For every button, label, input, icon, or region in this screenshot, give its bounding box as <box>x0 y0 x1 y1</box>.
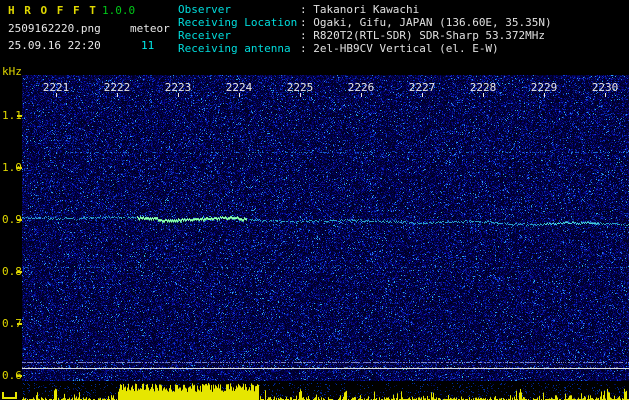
output-filename: 2509162220.png <box>8 22 101 35</box>
freq-tick-label: 0.7 <box>2 317 22 330</box>
station-info-value: 2el-HB9CV Vertical (el. E-W) <box>313 42 499 55</box>
station-info-colon: : <box>300 29 314 42</box>
spectrogram-canvas <box>22 75 629 381</box>
freq-axis-unit: kHz <box>2 65 22 78</box>
freq-tick-label: 0.8 <box>2 265 22 278</box>
freq-tick-label: 0.9 <box>2 213 22 226</box>
station-info-value: R820T2(RTL-SDR) SDR-Sharp 53.372MHz <box>313 29 546 42</box>
echo-count: 11 <box>141 39 155 52</box>
hrofft-screen: H R O F F T 1.0.0 2509162220.png meteor … <box>0 0 629 400</box>
station-info-colon: : <box>300 3 314 16</box>
station-info-label: Observer <box>178 3 231 16</box>
app-version: 1.0.0 <box>102 4 136 17</box>
station-info-label: Receiving Location <box>178 16 298 29</box>
station-info-row: Receiving antenna: 2el-HB9CV Vertical (e… <box>178 42 552 55</box>
station-info-row: Receiver: R820T2(RTL-SDR) SDR-Sharp 53.3… <box>178 29 552 42</box>
freq-tick-label: 0.6 <box>2 369 22 382</box>
station-info-label: Receiving antenna <box>178 42 291 55</box>
station-info-value: Ogaki, Gifu, JAPAN (136.60E, 35.35N) <box>313 16 552 29</box>
mode-label: meteor <box>130 22 170 35</box>
app-title: H R O F F T <box>8 4 98 17</box>
station-info-value: Takanori Kawachi <box>313 3 420 16</box>
station-info-row: Receiving Location: Ogaki, Gifu, JAPAN (… <box>178 16 552 29</box>
freq-tick-label: 1.1 <box>2 109 22 122</box>
station-info-colon: : <box>300 16 314 29</box>
signal-level-bar <box>0 383 629 400</box>
freq-tick-label: 1.0 <box>2 161 22 174</box>
datetime-label: 25.09.16 22:20 <box>8 39 101 52</box>
station-info-label: Receiver <box>178 29 231 42</box>
station-info-row: Observer: Takanori Kawachi <box>178 3 552 16</box>
station-info: Observer: Takanori Kawachi Receiving Loca… <box>178 3 552 55</box>
station-info-colon: : <box>300 42 314 55</box>
